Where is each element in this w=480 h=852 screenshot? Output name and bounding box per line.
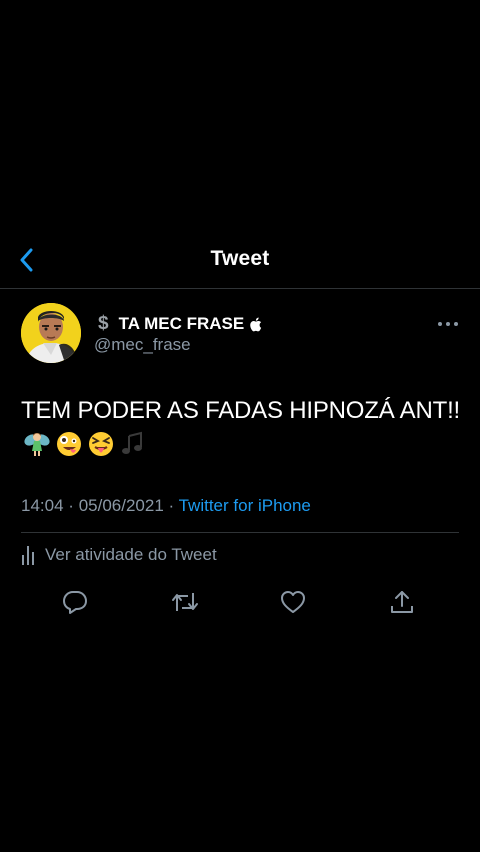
tweet-text: TEM PODER AS FADAS HIPNOZÁ ANT!! [21, 394, 461, 468]
user-handle[interactable]: @mec_frase [94, 335, 191, 355]
share-button[interactable] [388, 588, 416, 616]
display-name: TA MEC FRASE [118, 314, 245, 333]
user-name-line[interactable]: $ TA MEC FRASE [94, 313, 262, 335]
reply-icon [63, 591, 87, 614]
tweet-action-bar [0, 588, 480, 616]
musical-notes-emoji [122, 431, 142, 454]
fairy-emoji [24, 433, 50, 456]
apple-icon [249, 317, 262, 332]
zany-face-emoji [57, 432, 81, 456]
more-horizontal-icon [438, 322, 458, 326]
avatar[interactable] [21, 303, 81, 363]
top-nav-bar: Tweet [0, 236, 480, 289]
tweet-date: 05/06/2021 [78, 496, 164, 515]
tweet-meta: 14:04 · 05/06/2021 · Twitter for iPhone [21, 496, 311, 516]
tweet-source-link[interactable]: Twitter for iPhone [179, 496, 311, 515]
tweet-body: TEM PODER AS FADAS HIPNOZÁ ANT!! [21, 397, 461, 424]
tweet-time: 14:04 [21, 496, 64, 515]
share-icon [391, 591, 413, 613]
divider [21, 532, 459, 533]
reply-button[interactable] [61, 588, 89, 616]
more-options-button[interactable] [436, 316, 460, 332]
squinting-tongue-face-emoji [89, 432, 113, 456]
dollar-emoji: $ [98, 313, 109, 334]
retweet-button[interactable] [171, 588, 199, 616]
avatar-image [21, 303, 81, 363]
emoji-group [23, 430, 151, 468]
analytics-icon [21, 545, 35, 565]
view-tweet-activity-button[interactable]: Ver atividade do Tweet [21, 545, 217, 565]
retweet-icon [172, 593, 198, 611]
activity-label: Ver atividade do Tweet [45, 545, 217, 564]
meta-separator: · [68, 496, 74, 515]
meta-separator-2: · [168, 496, 175, 515]
heart-icon [281, 591, 305, 613]
page-title: Tweet [210, 247, 270, 270]
like-button[interactable] [279, 588, 307, 616]
